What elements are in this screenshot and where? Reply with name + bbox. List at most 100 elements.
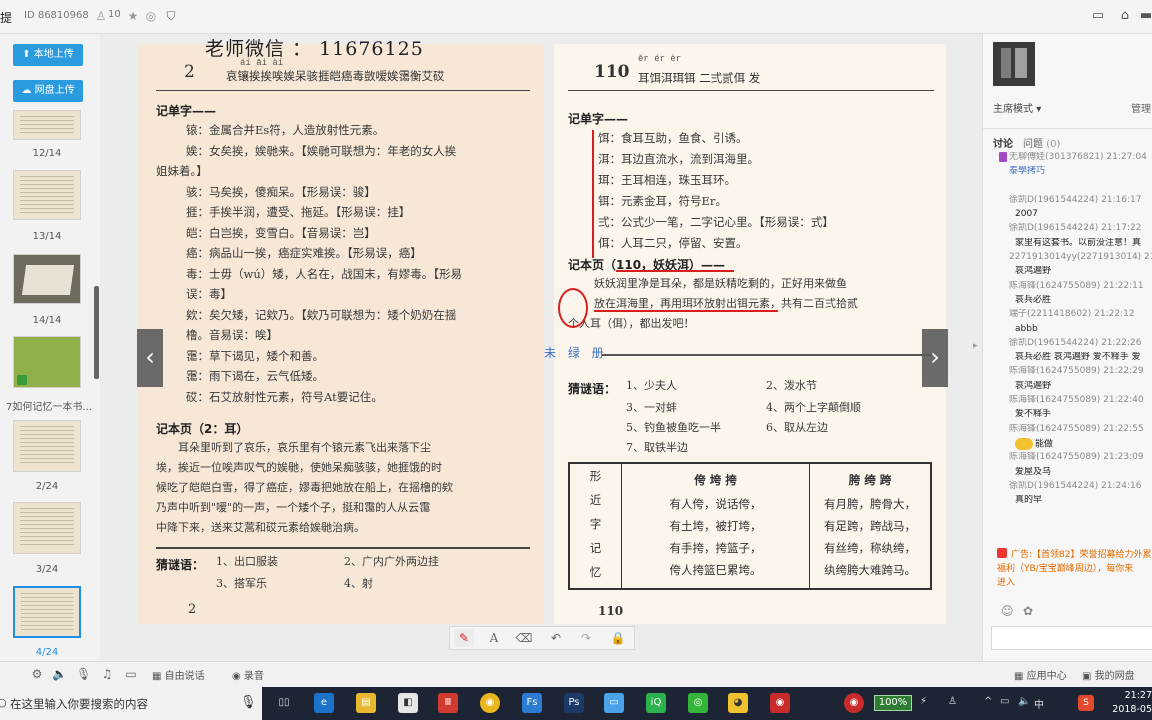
slide-label: 3/24	[35, 564, 59, 575]
app-icon[interactable]: ◉	[770, 693, 790, 713]
grid-icon: ▦	[152, 671, 165, 682]
chat-spacer	[1009, 181, 1152, 195]
tab-discuss[interactable]: 讨论	[993, 135, 1013, 150]
gear-icon[interactable]: ⚙	[30, 667, 44, 681]
gift-button-icon[interactable]: ✿	[1023, 604, 1033, 618]
app-center-button[interactable]: ▦ 应用中心	[1014, 667, 1067, 682]
power-icon[interactable]: ⚡	[920, 696, 927, 707]
pen-icon[interactable]: ✎	[454, 629, 474, 647]
app-title: 提	[0, 11, 13, 25]
microphone-icon[interactable]: 🎙	[76, 667, 91, 681]
tab-question[interactable]: 问题 (0)	[1023, 135, 1060, 150]
text-icon[interactable]: A	[484, 629, 504, 647]
yy-icon[interactable]: ◕	[728, 693, 748, 713]
store-icon[interactable]: ◧	[398, 693, 418, 713]
footer-page-number: 110	[598, 604, 624, 618]
slide-thumbnail[interactable]	[13, 336, 81, 388]
riddle: 4、射	[344, 577, 373, 590]
battery-indicator[interactable]: 100%	[874, 695, 912, 711]
passage: 耳朵里听到了哀乐，哀乐里有个锿元素飞出来落下尘 埃，挨近一位唉声叹气的娭毑，使她…	[156, 441, 453, 534]
watermark-text: 老师微信 ： 11676125	[205, 38, 424, 60]
undo-icon[interactable]: ↶	[546, 629, 566, 647]
ime-indicator[interactable]: 中	[1034, 696, 1044, 711]
edge-icon[interactable]: e	[314, 693, 334, 713]
app-icon[interactable]: Ⅲ	[438, 693, 458, 713]
slide-thumbnail[interactable]	[13, 254, 81, 304]
chat-sender: 徐凯D(1961544224) 21:16:17	[1009, 194, 1142, 205]
my-disk-button[interactable]: ▣ 我的网盘	[1082, 667, 1135, 682]
emoji-icon[interactable]: ☺	[1001, 604, 1014, 618]
clock[interactable]: 21:27 2018-05	[1110, 689, 1152, 717]
free-talk-button[interactable]: ▦ 自由说话	[152, 667, 205, 682]
wechat-icon[interactable]: ◎	[688, 693, 708, 713]
slide-label: 4/24	[35, 647, 59, 658]
disk-icon: ▣	[1082, 671, 1095, 682]
divider	[156, 90, 530, 91]
chat-message: 2007	[1015, 209, 1038, 220]
people-icon[interactable]: ♙	[948, 696, 957, 707]
entry: 橹。音易误：唉】	[186, 328, 278, 342]
riddle: 2、泼水节	[766, 379, 817, 392]
eraser-icon[interactable]: ⌫	[514, 629, 534, 647]
entry: 捱：手挨半润，遭受、拖延。【形易误：挂】	[186, 205, 411, 219]
music-icon[interactable]: ♫	[100, 667, 114, 681]
ad-line[interactable]: 广告:【首领82】荣誉招募给力外累	[1011, 547, 1152, 560]
task-view-icon[interactable]: ▯▯	[274, 693, 294, 713]
microphone-icon[interactable]: 🎙	[240, 695, 257, 710]
tray-app-icon[interactable]: ◉	[844, 693, 864, 713]
search-input[interactable]: 在这里输入你要搜索的内容	[10, 696, 148, 712]
home-icon[interactable]: ⌂	[1117, 8, 1133, 24]
lock-icon[interactable]: 🔒	[608, 629, 628, 647]
manage-link[interactable]: 管理	[1131, 100, 1151, 115]
slide-label: 14/14	[32, 315, 62, 326]
taskbar-search[interactable]: ○ 在这里输入你要搜索的内容 🎙	[0, 687, 262, 720]
ad-line[interactable]: 进入	[997, 575, 1015, 588]
camera-icon[interactable]: ▭	[124, 667, 138, 681]
doc-app-icon[interactable]: ▭	[604, 693, 624, 713]
blue-annotation: 未 绿 册	[544, 346, 608, 360]
mode-selector[interactable]: 主席模式 ▾	[993, 100, 1041, 115]
chevron-up-icon[interactable]: ^	[984, 696, 992, 707]
fs-app-icon[interactable]: Fs	[522, 693, 542, 713]
collapse-panel-icon[interactable]: ▸	[973, 341, 978, 351]
slide-thumbnail[interactable]	[13, 110, 81, 140]
right-page: 110 ěr ér èr 耳饵洱珥铒 二弍贰佴 发 记单字—— 饵：食耳互助，鱼…	[544, 44, 946, 624]
settings-icon[interactable]: ◎	[144, 9, 158, 23]
slide-thumbnail[interactable]	[13, 420, 81, 472]
search-icon: ○	[0, 696, 7, 709]
network-icon[interactable]: ▭	[1000, 696, 1009, 707]
chrome-icon[interactable]: ◉	[480, 693, 500, 713]
file-explorer-icon[interactable]: ▤	[356, 693, 376, 713]
page-number: 2	[184, 62, 195, 82]
camera-preview[interactable]	[993, 42, 1035, 86]
slide-thumbnail[interactable]	[13, 502, 81, 554]
shield-icon[interactable]: ⛉	[164, 9, 178, 23]
minimize-icon[interactable]: ▬	[1138, 8, 1152, 24]
volume-icon[interactable]: 🔈	[1018, 696, 1030, 707]
chat-input[interactable]	[991, 626, 1152, 650]
ad-line[interactable]: 福利（YB/宝宝巅峰周边），每你来	[997, 561, 1133, 574]
slide-thumbnail-selected[interactable]	[13, 586, 81, 638]
record-button[interactable]: ◉ 录音	[232, 667, 264, 682]
upload-cloud-button[interactable]: ☁ 网盘上传	[13, 80, 83, 102]
sogou-icon[interactable]: S	[1078, 695, 1094, 711]
chat-message: 真的早	[1015, 495, 1043, 506]
speaker-icon[interactable]: 🔈	[52, 667, 67, 681]
bookmark-icon[interactable]: ▭	[1090, 8, 1106, 24]
chevron-left-icon: ‹	[145, 343, 155, 371]
chat-message: 爱不释手	[1015, 409, 1052, 420]
iqiyi-icon[interactable]: iQ	[646, 693, 666, 713]
chat-sender: 泰學拷巧	[1009, 166, 1046, 177]
entry: 皑：白岂挨，变雪白。【音易误：岂】	[186, 225, 376, 240]
riddle: 5、钓鱼被鱼吃一半	[626, 421, 721, 434]
redo-icon[interactable]: ↷	[576, 629, 596, 647]
page-number: 110	[594, 62, 630, 82]
slide-thumbnail[interactable]	[13, 170, 81, 220]
next-page-button[interactable]: ›	[922, 329, 948, 387]
prev-page-button[interactable]: ‹	[137, 329, 163, 387]
slides-scrollbar[interactable]	[94, 286, 99, 379]
star-icon[interactable]: ★	[126, 9, 140, 23]
upload-local-button[interactable]: ⬆ 本地上传	[13, 44, 83, 66]
entry: 弍：公式少一笔，二字记心里。【形易误：式】	[598, 215, 834, 229]
photoshop-icon[interactable]: Ps	[564, 693, 584, 713]
